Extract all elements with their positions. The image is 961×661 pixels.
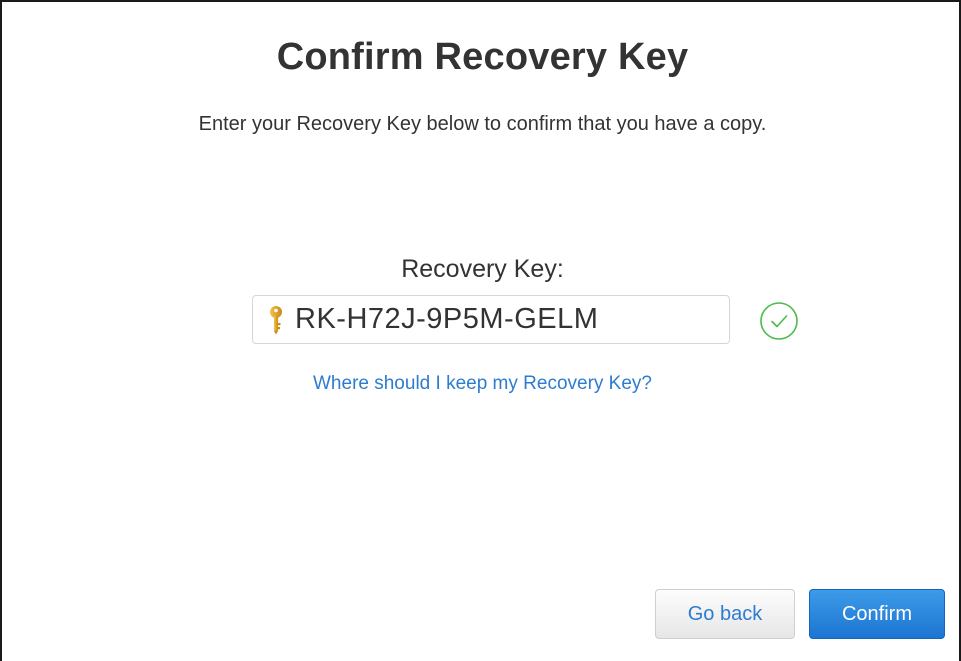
recovery-key-help-link[interactable]: Where should I keep my Recovery Key? [2, 373, 961, 395]
recovery-key-label: Recovery Key: [401, 255, 564, 283]
confirm-button[interactable]: Confirm [809, 589, 945, 639]
key-icon [267, 304, 285, 336]
instruction-text: Enter your Recovery Key below to confirm… [198, 113, 767, 135]
checkmark-circle-icon [759, 301, 799, 341]
page-title: Confirm Recovery Key [276, 36, 689, 78]
recovery-key-input[interactable]: RK-H72J-9P5M-GELM [252, 295, 730, 344]
recovery-key-value: RK-H72J-9P5M-GELM [295, 303, 599, 335]
recovery-key-dialog: Confirm Recovery Key Enter your Recovery… [0, 0, 961, 661]
go-back-button[interactable]: Go back [655, 589, 795, 639]
